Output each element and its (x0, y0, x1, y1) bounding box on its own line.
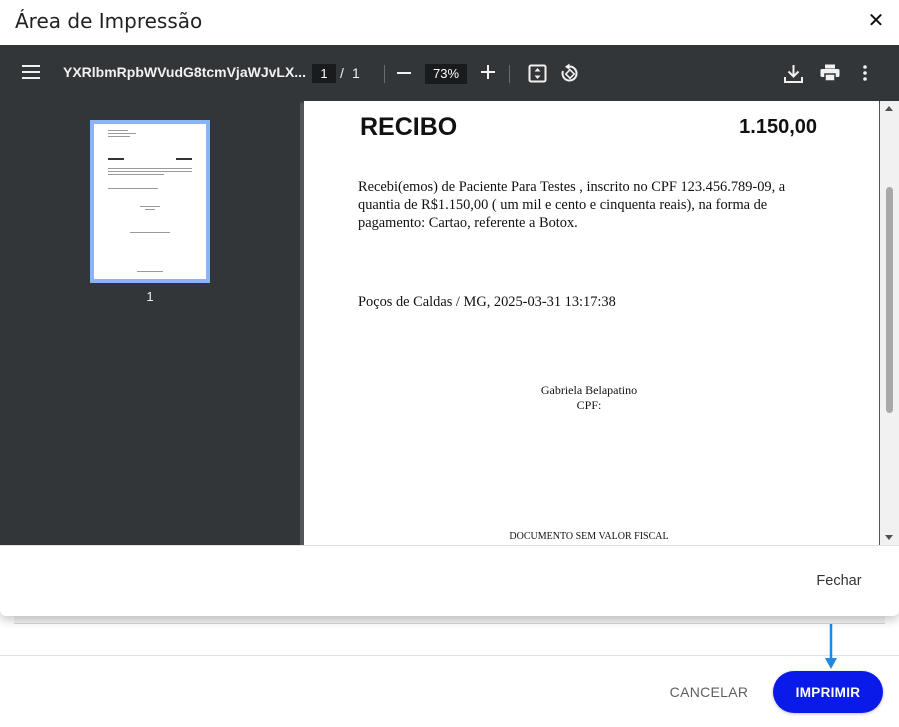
rotate-icon[interactable] (559, 63, 580, 84)
close-icon[interactable]: ✕ (864, 8, 888, 32)
modal-footer-divider (0, 545, 899, 546)
toolbar-divider (509, 65, 510, 83)
fit-page-icon[interactable] (528, 64, 547, 83)
receipt-body: Recebi(emos) de Paciente Para Testes , i… (358, 179, 786, 231)
fechar-button[interactable]: Fechar (806, 568, 872, 594)
zoom-in-icon[interactable] (481, 65, 495, 79)
thumbnail-page-preview (94, 124, 206, 279)
pdf-scrollbar[interactable] (880, 101, 899, 545)
print-icon[interactable] (820, 64, 840, 82)
thumbnail-page-number: 1 (146, 289, 154, 304)
receipt-footer-note: DOCUMENTO SEM VALOR FISCAL (509, 531, 669, 542)
toolbar-divider (384, 65, 385, 83)
page-total: 1 (352, 65, 360, 81)
footer-divider (0, 655, 899, 656)
thumbnail-sidebar: 1 (0, 101, 300, 545)
scroll-up-icon[interactable] (885, 106, 893, 111)
scrollbar-thumb[interactable] (886, 187, 893, 413)
page-thumbnail[interactable] (90, 120, 210, 283)
zoom-level-input[interactable]: 73% (425, 64, 467, 84)
signer-name: Gabriela Belapatino (540, 383, 638, 397)
more-vert-icon[interactable] (862, 64, 868, 82)
zoom-out-icon[interactable] (397, 72, 411, 74)
receipt-title: RECIBO (360, 113, 458, 141)
receipt-amount: 1.150,00 (739, 116, 817, 138)
print-area-modal: Área de Impressão ✕ YXRlbmRpbWVudG8tcmVj… (0, 0, 899, 616)
menu-icon[interactable] (22, 65, 40, 81)
pdf-filename: YXRlbmRpbWVudG8tcmVjaWJvLX... (63, 64, 306, 80)
page-separator: / (340, 65, 344, 81)
scroll-down-icon[interactable] (885, 535, 893, 540)
pdf-viewer: YXRlbmRpbWVudG8tcmVjaWJvLX... 1 / 1 73% (0, 45, 899, 545)
page-number-input[interactable]: 1 (312, 64, 336, 83)
signer-cpf: CPF: (576, 398, 602, 412)
download-icon[interactable] (783, 63, 804, 84)
modal-title: Área de Impressão (15, 9, 203, 33)
imprimir-button[interactable]: IMPRIMIR (773, 671, 883, 713)
pdf-page: RECIBO 1.150,00 Recebi(emos) de Paciente… (304, 101, 879, 545)
pdf-toolbar: YXRlbmRpbWVudG8tcmVjaWJvLX... 1 / 1 73% (0, 45, 899, 101)
cancel-button[interactable]: CANCELAR (660, 673, 758, 711)
annotation-arrow-icon (825, 624, 837, 669)
receipt-place-date: Poços de Caldas / MG, 2025-03-31 13:17:3… (358, 294, 616, 310)
